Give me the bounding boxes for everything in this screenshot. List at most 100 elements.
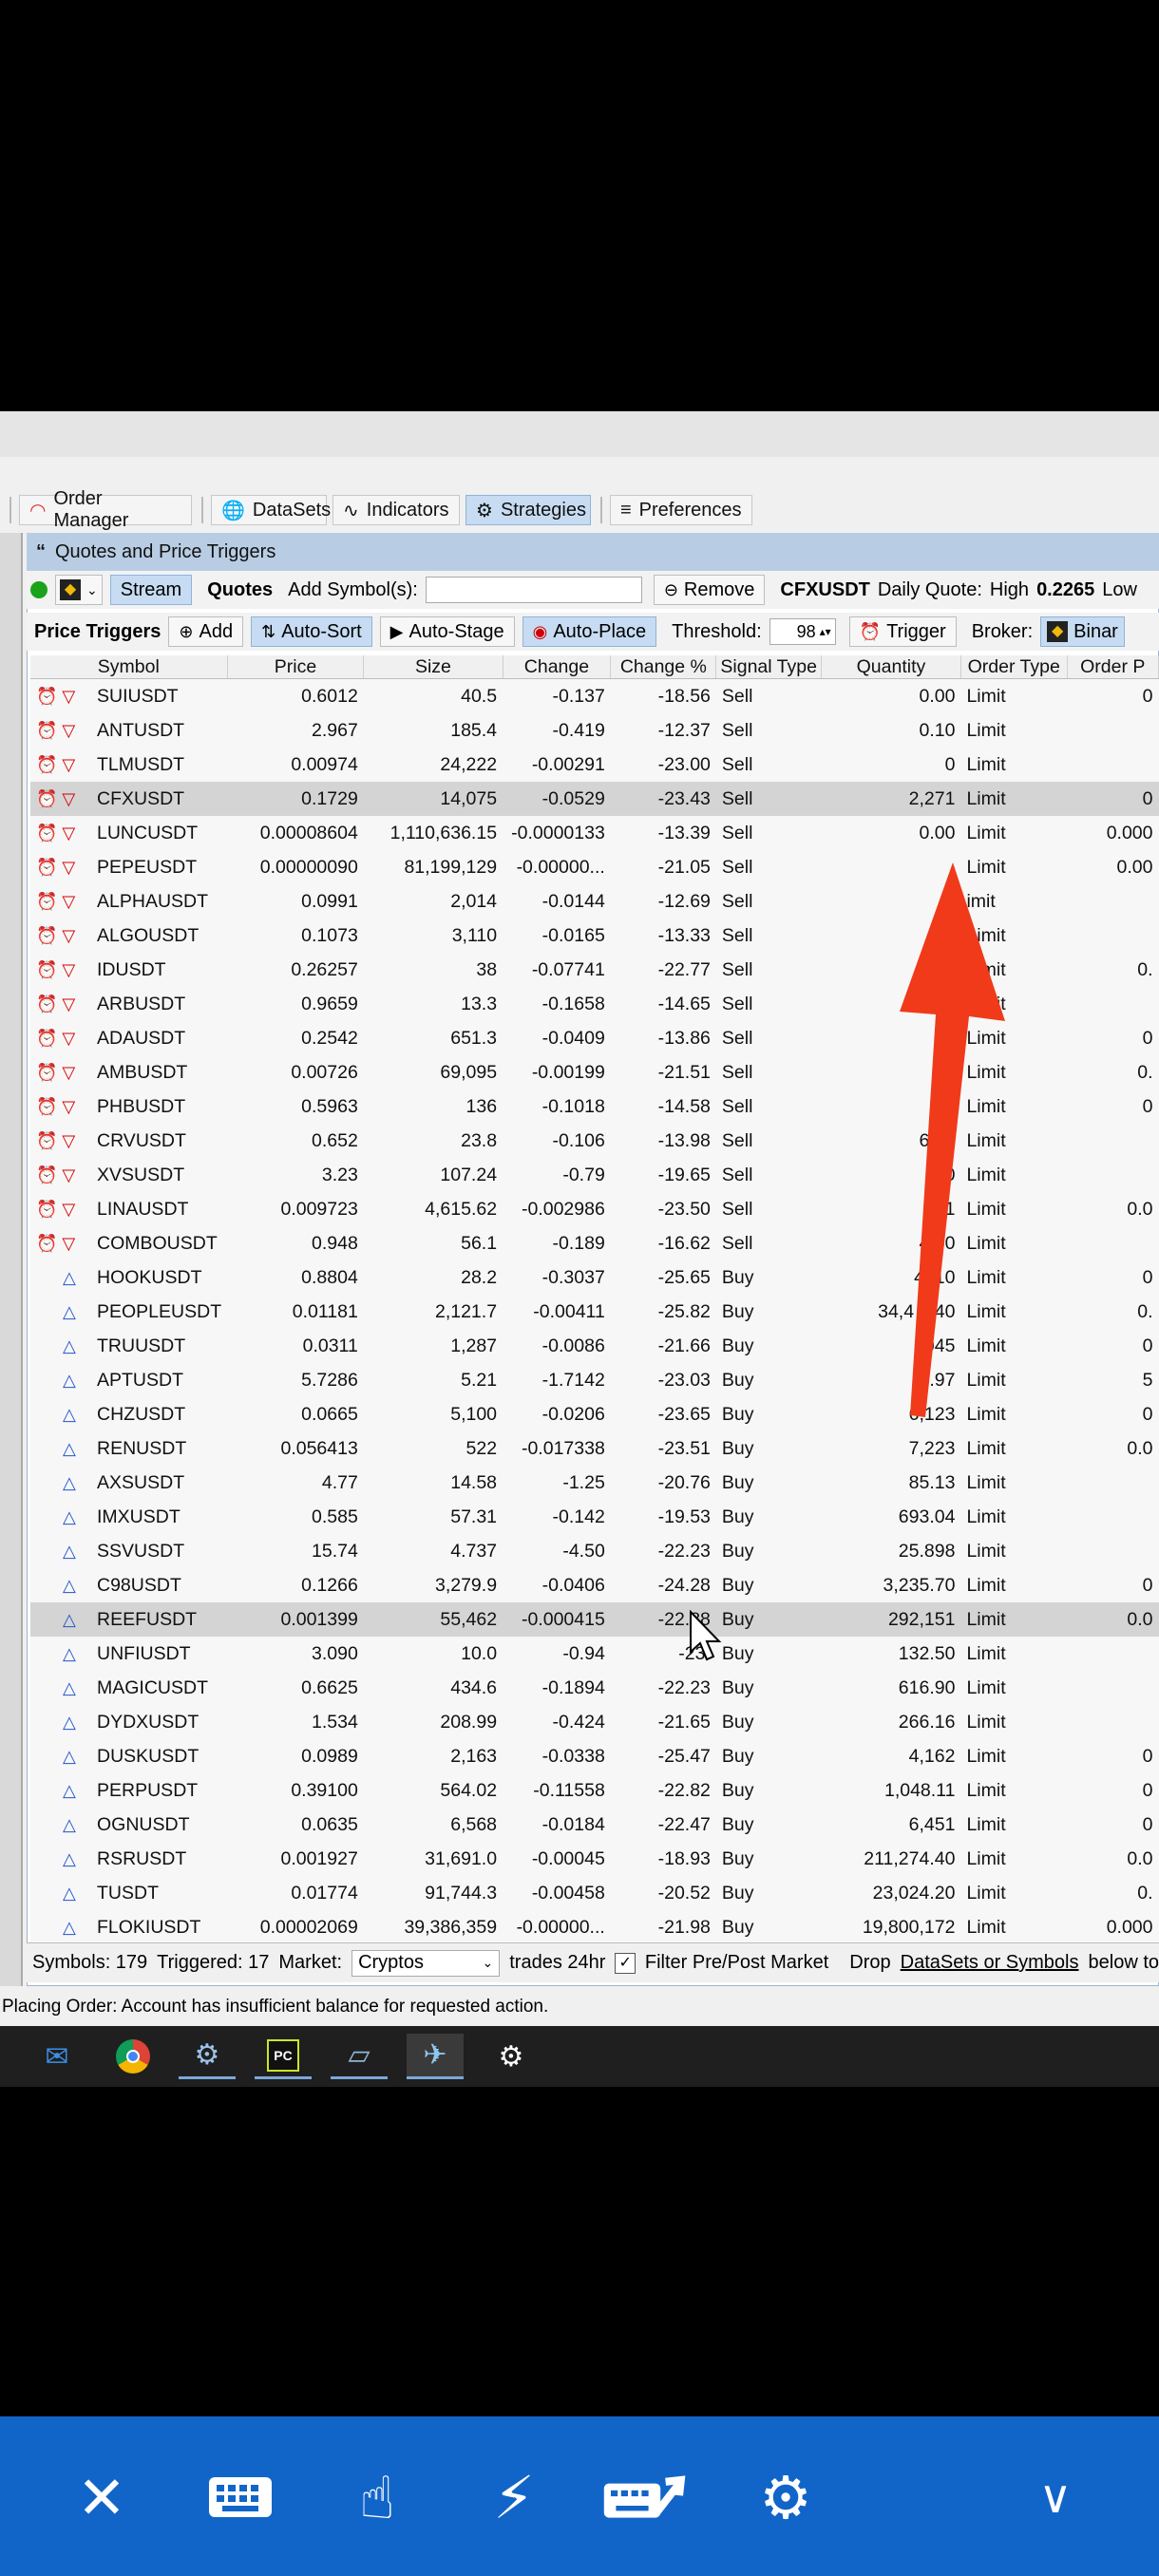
symbol-cell: △ C98USDT [30, 1568, 227, 1602]
gear-icon[interactable]: ⚙ [483, 2034, 540, 2079]
chrome-icon[interactable] [104, 2034, 162, 2079]
row-icons: ⏰ ▽ [36, 857, 97, 879]
order-price-cell [1067, 884, 1159, 919]
column-header[interactable]: Order Type [960, 655, 1068, 679]
keyboard-send-glyph [603, 2475, 686, 2518]
change-cell: -4.50 [562, 1540, 605, 1562]
mail-icon[interactable]: ✉ [28, 2034, 86, 2079]
column-header[interactable]: Symbol [30, 655, 228, 679]
table-row[interactable]: △ MAGICUSDT 0.6625 434.6 -0.1894 -22.23 Buy 616… [30, 1671, 1159, 1705]
auto-sort-button[interactable]: ⇅ Auto-Sort [251, 616, 372, 647]
drop-link[interactable]: DataSets or Symbols [901, 1952, 1079, 1974]
filter-checkbox[interactable]: ✓ [615, 1952, 636, 1974]
touch-icon[interactable]: ☝ [334, 2454, 420, 2540]
close-icon[interactable]: ✕ [59, 2454, 144, 2540]
quantity-cell: 2,271 [821, 782, 961, 816]
notes-icon[interactable]: ▱ [331, 2034, 388, 2079]
app-icon[interactable]: ✈ [407, 2034, 464, 2079]
trigger-button[interactable]: ⏰ Trigger [848, 616, 957, 647]
change-pct-cell: -21.51 [657, 1061, 711, 1083]
datasets-button[interactable]: 🌐 DataSets [211, 495, 331, 525]
table-row[interactable]: △ C98USDT 0.1266 3,279.9 -0.0406 -24.28 Buy 3,2… [30, 1568, 1159, 1602]
symbol-cell: △ FLOKIUSDT [30, 1910, 227, 1942]
alarm-icon: ⏰ [36, 754, 58, 774]
window-title-strip [0, 411, 1159, 457]
order-manager-button[interactable]: ◠ Order Manager [19, 488, 192, 531]
size-cell: 14.58 [450, 1471, 498, 1493]
table-row[interactable]: △ RSRUSDT 0.001927 31,691.0 -0.00045 -18.93 Bu… [30, 1842, 1159, 1876]
column-header[interactable]: Change [503, 655, 612, 679]
settings-gear-icon[interactable]: ⚙ [179, 2034, 236, 2079]
symbol-name: HOOKUSDT [97, 1266, 202, 1288]
stream-button[interactable]: Stream [109, 575, 193, 605]
row-icons: ⏰ ▽ [36, 1096, 97, 1118]
auto-stage-button[interactable]: ▶ Auto-Stage [379, 616, 515, 647]
table-row[interactable]: ⏰ ▽ SUIUSDT 0.6012 40.5 -0.137 -18.56 Sell 0.00… [30, 679, 1159, 714]
column-header[interactable]: Price [227, 655, 365, 679]
column-header[interactable]: Quantity [821, 655, 961, 679]
chevron-down-icon[interactable]: ∨ [1013, 2454, 1098, 2540]
table-row[interactable]: ⏰ ▽ TLMUSDT 0.00974 24,222 -0.00291 -23.00 Sel… [30, 748, 1159, 782]
table-row[interactable]: △ DUSKUSDT 0.0989 2,163 -0.0338 -25.47 Buy 4,16… [30, 1739, 1159, 1773]
pycharm-icon[interactable]: PC [255, 2034, 312, 2079]
table-row[interactable]: △ FLOKIUSDT 0.00002069 39,386,359 -0.00000..… [30, 1910, 1159, 1942]
keyboard-send-icon[interactable] [602, 2454, 688, 2540]
add-icon: ⊕ [179, 621, 194, 641]
column-header[interactable]: Order P [1067, 655, 1159, 679]
table-row[interactable]: △ AXSUSDT 4.77 14.58 -1.25 -20.76 Buy 85.13 Limi… [30, 1466, 1159, 1500]
table-header-row: Symbol Price Size Change Change % Signal… [30, 655, 1159, 679]
buy-triangle-icon: △ [63, 1370, 76, 1390]
remove-button[interactable]: ⊖ Remove [653, 575, 766, 605]
change-cell: -0.07741 [531, 958, 605, 980]
table-row[interactable]: △ PERPUSDT 0.39100 564.02 -0.11558 -22.82 Buy 1… [30, 1773, 1159, 1808]
add-trigger-button[interactable]: ⊕ Add [168, 616, 244, 647]
table-row[interactable]: △ RENUSDT 0.056413 522 -0.017338 -23.51 Buy 7,2… [30, 1431, 1159, 1466]
add-symbol-input[interactable] [425, 577, 642, 603]
price-cell: 0.001927 [280, 1847, 358, 1869]
change-pct-cell: -22.47 [657, 1813, 711, 1835]
quantity-cell: 0.00 [919, 685, 956, 707]
table-row[interactable]: ⏰ ▽ LUNCUSDT 0.00008604 1,110,636.15 -0.0000… [30, 816, 1159, 850]
table-row[interactable]: ⏰ ▽ ANTUSDT 2.967 185.4 -0.419 -12.37 Sell 0.10… [30, 713, 1159, 748]
change-pct-cell: -23.03 [657, 1369, 711, 1391]
table-row[interactable]: △ UNFIUSDT 3.090 10.0 -0.94 -23. Buy 132.50 Limi… [30, 1637, 1159, 1671]
threshold-value: 98 [796, 621, 816, 641]
broker-button[interactable]: ◆ Binar [1040, 616, 1125, 647]
table-row[interactable]: △ DYDXUSDT 1.534 208.99 -0.424 -21.65 Buy 266.1… [30, 1705, 1159, 1739]
indicators-button[interactable]: ∿ Indicators [332, 495, 460, 525]
sell-triangle-icon: ▽ [57, 1028, 76, 1048]
auto-place-button[interactable]: ◉ Auto-Place [522, 616, 657, 647]
sell-triangle-icon: ▽ [57, 823, 76, 843]
change-pct-cell: -23.51 [657, 1437, 711, 1459]
column-header[interactable]: Signal Type [715, 655, 822, 679]
high-label: High [989, 578, 1030, 600]
table-row[interactable]: △ TUSDT 0.01774 91,744.3 -0.00458 -20.52 Buy 23… [30, 1876, 1159, 1910]
symbol-name: PEPEUSDT [97, 856, 198, 878]
size-cell: 28.2 [461, 1266, 498, 1288]
column-header[interactable]: Change % [610, 655, 717, 679]
table-row[interactable]: △ SSVUSDT 15.74 4.737 -4.50 -22.23 Buy 25.898 Li… [30, 1534, 1159, 1568]
lightning-icon[interactable]: ⚡ [471, 2454, 557, 2540]
settings-icon[interactable]: ⚙ [743, 2454, 828, 2540]
size-cell: 10.0 [461, 1642, 498, 1664]
table-row[interactable]: △ IMXUSDT 0.585 57.31 -0.142 -19.53 Buy 693.04 L… [30, 1500, 1159, 1534]
symbol-name: IDUSDT [97, 958, 166, 980]
signal-type-cell: Buy [721, 1266, 754, 1288]
row-icons: △ [36, 1712, 97, 1733]
order-price-cell: 0.000 [1106, 822, 1153, 843]
table-row[interactable]: ⏰ ▽ CFXUSDT 0.1729 14,075 -0.0529 -23.43 Sell 2… [30, 782, 1159, 816]
keyboard-icon[interactable] [198, 2454, 283, 2540]
column-header[interactable]: Size [363, 655, 504, 679]
row-icons: ⏰ ▽ [36, 754, 97, 776]
table-row[interactable]: △ REEFUSDT 0.001399 55,462 -0.000415 -22.88 Bu… [30, 1602, 1159, 1637]
threshold-stepper[interactable]: 98 ▴▾ [769, 618, 836, 645]
table-row[interactable]: △ OGNUSDT 0.0635 6,568 -0.0184 -22.47 Buy 6,451… [30, 1808, 1159, 1842]
order-price-cell: 0.0 [1127, 1198, 1153, 1220]
size-cell: 107.24 [440, 1164, 498, 1185]
strategies-button[interactable]: ⚙ Strategies [466, 495, 591, 525]
price-cell: 0.00974 [291, 753, 358, 775]
preferences-button[interactable]: ≡ Preferences [610, 495, 752, 525]
broker-dropdown[interactable]: ◆ ⌄ [55, 575, 103, 605]
market-select[interactable]: Cryptos ⌄ [352, 1949, 501, 1977]
order-price-cell: 0 [1142, 1027, 1153, 1049]
